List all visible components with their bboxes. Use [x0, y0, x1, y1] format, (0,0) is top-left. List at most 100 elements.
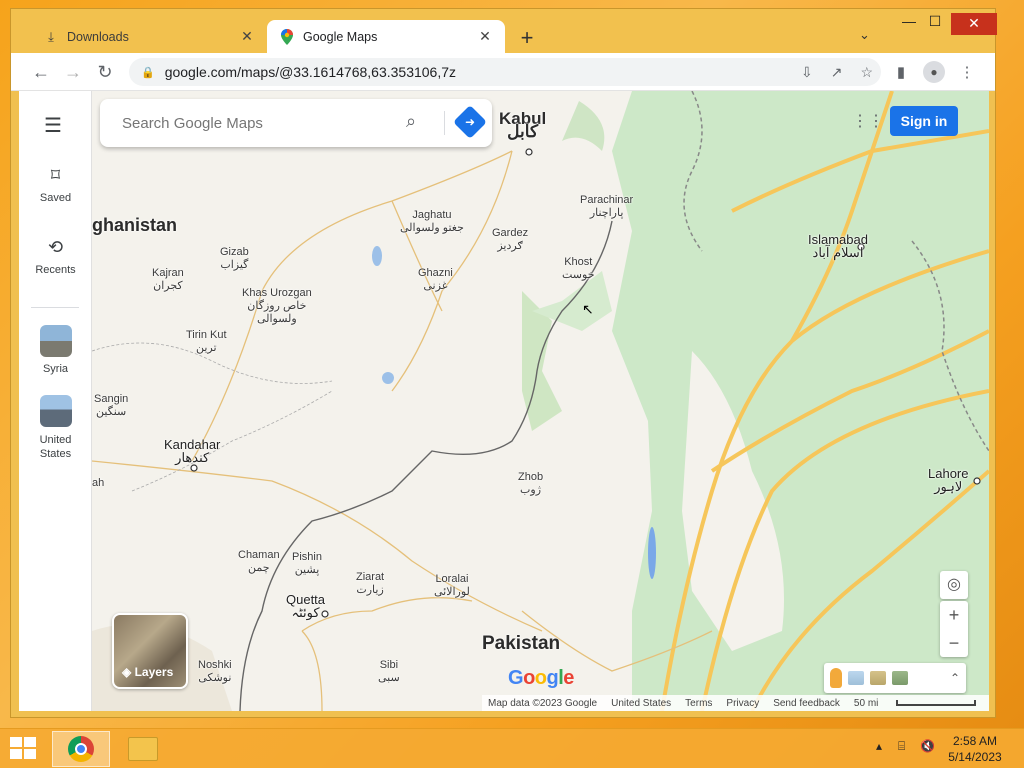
search-input[interactable] — [122, 114, 392, 132]
map-label-khas-urozgan[interactable]: Khas Urozgan خاص روزگان ولسوالی — [242, 287, 312, 326]
scale-label[interactable]: 50 mi — [854, 698, 878, 709]
address-bar[interactable]: 🔒 google.com/maps/@33.1614768,63.353106,… — [129, 58, 881, 86]
my-location-button[interactable]: ◎ — [940, 571, 968, 599]
map-label-pakistan[interactable]: Pakistan — [482, 634, 560, 653]
bookmark-star-icon[interactable]: ☆ — [860, 64, 873, 81]
map-label-quetta[interactable]: Quetta کوئٹہ — [286, 593, 325, 619]
apps-grid-icon[interactable]: ⋮⋮⋮ — [852, 111, 900, 130]
map-label-islamabad[interactable]: Islamabad اسلام آباد — [808, 233, 868, 259]
map-footer: Map data ©2023 Google United States Term… — [482, 695, 989, 711]
file-explorer-taskbar-button[interactable] — [114, 731, 172, 767]
profile-button[interactable]: ● — [923, 61, 945, 83]
map-label-sangin[interactable]: Sangin سنگین — [94, 393, 128, 419]
install-app-icon[interactable]: ⇩ — [801, 64, 813, 81]
sidebar-item-saved[interactable]: ⌑ Saved — [19, 165, 92, 204]
tab-google-maps[interactable]: Google Maps ✕ — [267, 20, 505, 53]
tab-google-maps-label: Google Maps — [303, 29, 378, 44]
map-label-zhob[interactable]: Zhob ژوب — [518, 471, 543, 497]
hamburger-menu-icon[interactable]: ☰ — [44, 113, 62, 138]
directions-icon[interactable]: ➜ — [453, 105, 487, 139]
map-label-khost[interactable]: Khost خوست — [562, 256, 595, 282]
map-label-kajran[interactable]: Kajran کجران — [152, 267, 184, 293]
privacy-link[interactable]: Privacy — [726, 698, 759, 709]
close-icon[interactable]: ✕ — [239, 28, 255, 45]
chrome-taskbar-button[interactable] — [52, 731, 110, 767]
share-icon[interactable]: ↗ — [831, 64, 843, 81]
forward-arrow-icon[interactable]: → — [61, 62, 85, 83]
map-label-tirin-kut[interactable]: Tirin Kut ترین — [186, 329, 227, 355]
tab-downloads[interactable]: ⤓ Downloads ✕ — [31, 20, 267, 53]
sidebar-item-label: United States — [39, 434, 72, 460]
sidebar-divider — [31, 307, 79, 308]
map-label-pishin[interactable]: Pishin پشین — [292, 551, 322, 577]
map-label-kandahar[interactable]: Kandahar کندهار — [164, 438, 220, 464]
profile-avatar-icon: ● — [923, 61, 945, 83]
show-hidden-icons-chevron[interactable]: ▴ — [876, 739, 882, 753]
menu-kebab-icon[interactable]: ⋮ — [957, 63, 977, 81]
map-label-gizab[interactable]: Gizab گیزاب — [220, 246, 249, 272]
zoom-out-button[interactable]: − — [940, 629, 968, 657]
taskbar: ▴ ⌸ 🔇 2:58 AM 5/14/2023 — [0, 728, 1024, 768]
search-box: ⌕ ➜ — [100, 99, 492, 147]
map-terrain — [92, 91, 989, 711]
map-label-kabul[interactable]: Kabul کابل — [499, 110, 546, 140]
map-label-afghanistan[interactable]: ghanistan — [92, 216, 177, 234]
map-data-attribution: Map data ©2023 Google — [488, 697, 598, 709]
send-feedback-link[interactable]: Send feedback — [773, 698, 840, 709]
search-icon[interactable]: ⌕ — [406, 111, 416, 132]
back-arrow-icon[interactable]: ← — [29, 62, 53, 83]
imagery-thumb-1[interactable] — [848, 671, 864, 685]
terms-link[interactable]: Terms — [685, 698, 712, 709]
map-label-gardez[interactable]: Gardez ګرديز — [492, 227, 528, 253]
minimize-button[interactable]: — — [897, 13, 921, 37]
system-clock[interactable]: 2:58 AM 5/14/2023 — [940, 733, 1010, 765]
network-icon[interactable]: ⌸ — [898, 739, 905, 754]
imagery-thumb-3[interactable] — [892, 671, 908, 685]
history-icon: ⟲ — [47, 237, 64, 257]
close-icon[interactable]: ✕ — [477, 28, 493, 45]
map-label-lahore[interactable]: Lahore لاہور — [928, 467, 968, 493]
scale-bar — [896, 700, 977, 706]
reload-icon[interactable]: ↻ — [93, 62, 117, 83]
new-tab-button[interactable]: + — [515, 25, 539, 51]
sidebar-item-recents[interactable]: ⟲ Recents — [19, 237, 92, 276]
windows-start-icon[interactable] — [10, 737, 38, 761]
zoom-in-button[interactable]: + — [940, 601, 968, 629]
side-panel-icon[interactable]: ▮ — [891, 63, 911, 81]
maps-sidebar: ☰ ⌑ Saved ⟲ Recents Syria United States — [19, 91, 92, 711]
sidebar-item-label: Saved — [39, 192, 72, 204]
map-label-jaghatu[interactable]: Jaghatu جغتو ولسوالی — [400, 209, 464, 235]
sign-in-button[interactable]: Sign in — [890, 106, 958, 136]
sidebar-item-united-states[interactable]: United States — [19, 395, 92, 461]
map-label-ghazni[interactable]: Ghazni غزنی — [418, 267, 453, 293]
tab-strip: ⤓ Downloads ✕ Google Maps ✕ + ⌄ — ☐ ✕ — [11, 9, 997, 53]
close-window-button[interactable]: ✕ — [951, 13, 997, 35]
map-label-chaman[interactable]: Chaman چمن — [238, 549, 280, 575]
street-view-pegman-icon[interactable] — [830, 668, 842, 688]
tab-search-chevron-icon[interactable]: ⌄ — [859, 27, 870, 43]
layers-button[interactable]: ◈ Layers — [112, 613, 188, 689]
volume-muted-icon[interactable]: 🔇 — [920, 739, 935, 753]
mouse-cursor-icon: ↖ — [582, 301, 594, 317]
folder-icon — [128, 737, 158, 761]
map-label-ziarat[interactable]: Ziarat زیارت — [356, 571, 384, 597]
url-text: google.com/maps/@33.1614768,63.353106,7z — [164, 64, 457, 80]
map-canvas[interactable]: Kabul کابل ghanistan Parachinar پاراچنار J… — [92, 91, 989, 711]
chrome-icon — [68, 736, 94, 762]
lock-icon: 🔒 — [141, 66, 155, 79]
maximize-button[interactable]: ☐ — [923, 13, 947, 37]
expand-chevron-icon[interactable]: ⌃ — [950, 671, 960, 685]
region-link[interactable]: United States — [611, 698, 671, 709]
sidebar-item-label: Syria — [42, 363, 69, 375]
imagery-thumb-2[interactable] — [870, 671, 886, 685]
sidebar-item-syria[interactable]: Syria — [19, 325, 92, 375]
map-bottom-controls: ⌃ — [824, 663, 966, 693]
map-label-noshki[interactable]: Noshki نوشکی — [198, 659, 232, 685]
map-label-sibi[interactable]: Sibi سبی — [378, 659, 400, 685]
search-divider — [444, 111, 445, 135]
my-location-icon: ◎ — [947, 576, 961, 593]
map-label-parachinar[interactable]: Parachinar پاراچنار — [580, 194, 633, 220]
syria-thumbnail — [39, 325, 72, 357]
map-label-ah[interactable]: ah — [92, 477, 104, 490]
map-label-loralai[interactable]: Loralai لورالائی — [434, 573, 470, 599]
